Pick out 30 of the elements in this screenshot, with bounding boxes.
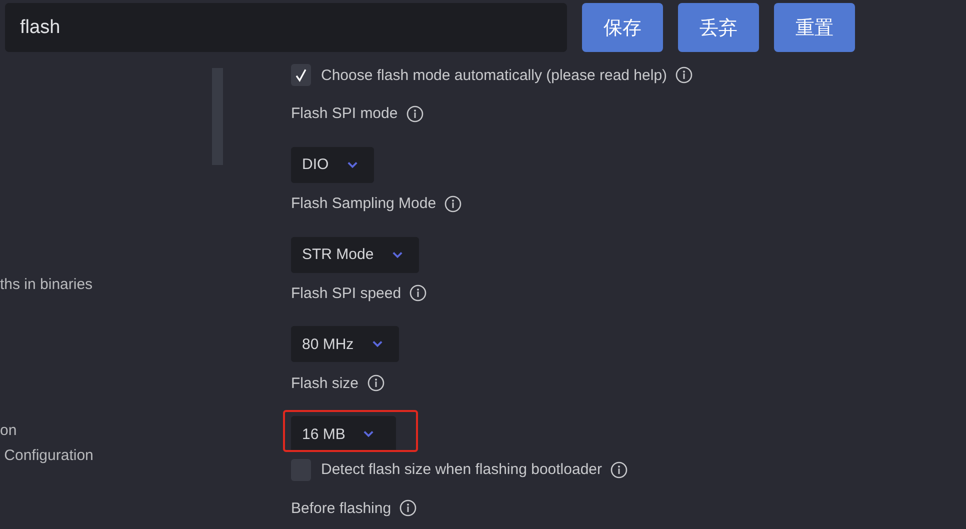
setting-label: Flash Sampling Mode (291, 195, 436, 212)
chevron-down-icon (392, 250, 403, 259)
chevron-down-icon (346, 160, 358, 169)
sidebar-item[interactable]: Configuration (0, 444, 291, 468)
setting-label: Flash SPI mode (291, 105, 398, 122)
sidebar-item[interactable]: on (0, 419, 291, 443)
info-icon[interactable] (409, 284, 428, 302)
dropdown[interactable]: 80 MHz (291, 326, 399, 362)
checkbox-label: Detect flash size when flashing bootloader (321, 461, 602, 478)
info-icon[interactable] (399, 499, 418, 518)
dropdown[interactable]: 16 MB (291, 416, 396, 452)
search-field[interactable]: flash (5, 3, 567, 52)
setting-label: Flash size (291, 374, 359, 392)
info-icon[interactable] (610, 460, 628, 479)
action-button[interactable]: 丢弃 (678, 3, 759, 52)
dropdown[interactable]: STR Mode (291, 236, 419, 273)
info-icon[interactable] (675, 66, 694, 84)
info-icon[interactable] (406, 104, 424, 123)
action-button[interactable]: 保存 (582, 3, 663, 52)
chevron-down-icon (363, 430, 374, 438)
chevron-down-icon (372, 340, 383, 348)
setting-label: Flash SPI speed (291, 284, 402, 302)
sidebar-item[interactable]: ths in binaries (0, 273, 291, 297)
info-icon[interactable] (366, 374, 385, 392)
checkbox[interactable] (291, 64, 311, 86)
info-icon[interactable] (444, 194, 462, 213)
checkbox-label: Choose flash mode automatically (please read help) (321, 66, 668, 84)
setting-label: Before flashing (291, 500, 392, 517)
action-button[interactable]: 重置 (774, 3, 855, 52)
dropdown[interactable]: DIO (291, 146, 374, 183)
